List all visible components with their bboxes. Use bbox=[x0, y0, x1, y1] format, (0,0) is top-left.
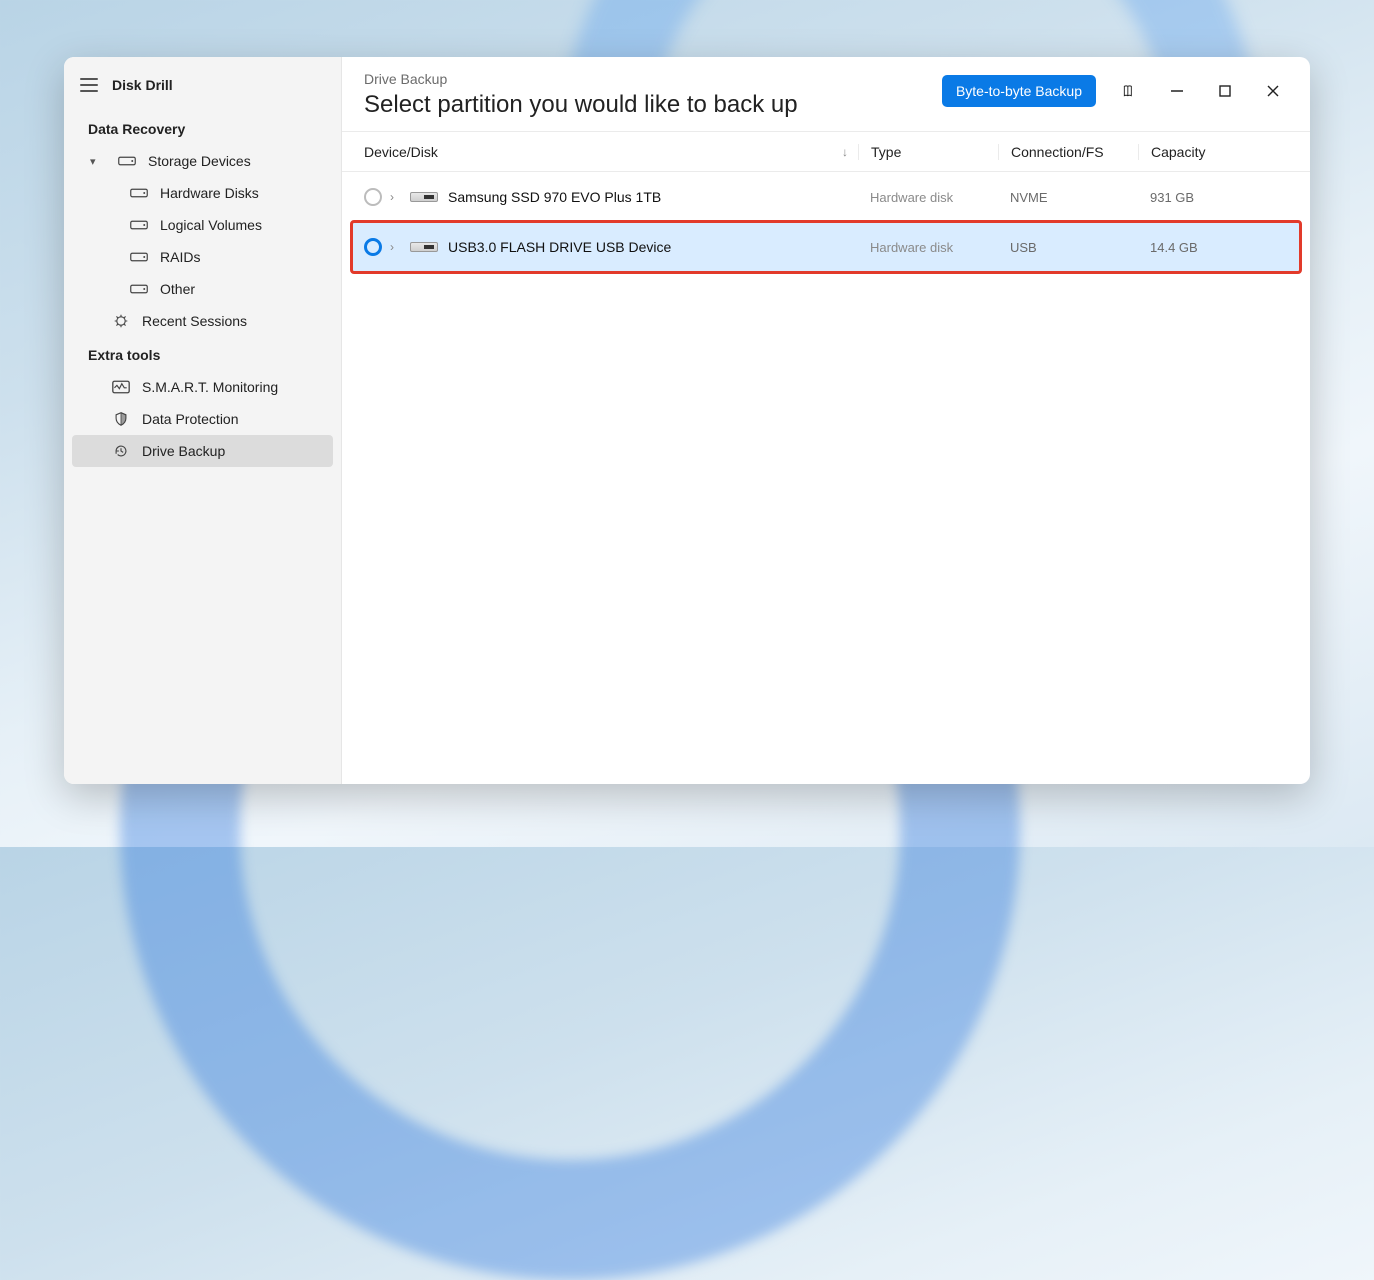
sidebar-item-drive-backup[interactable]: Drive Backup bbox=[72, 435, 333, 467]
header: Drive Backup Select partition you would … bbox=[342, 57, 1310, 132]
chevron-right-icon[interactable]: › bbox=[390, 190, 402, 204]
sidebar-item-label: RAIDs bbox=[160, 249, 200, 265]
sidebar-item-logical-volumes[interactable]: Logical Volumes bbox=[72, 209, 333, 241]
table-header: Device/Disk ↓ Type Connection/FS Capacit… bbox=[342, 132, 1310, 172]
column-device[interactable]: Device/Disk ↓ bbox=[364, 144, 858, 160]
app-window: Disk Drill Data Recovery ▾ Storage Devic… bbox=[64, 57, 1310, 784]
device-name: USB3.0 FLASH DRIVE USB Device bbox=[448, 239, 858, 255]
sidebar-item-hardware-disks[interactable]: Hardware Disks bbox=[72, 177, 333, 209]
device-name: Samsung SSD 970 EVO Plus 1TB bbox=[448, 189, 858, 205]
device-type: Hardware disk bbox=[858, 240, 998, 255]
main-panel: Drive Backup Select partition you would … bbox=[342, 57, 1310, 784]
header-left: Drive Backup Select partition you would … bbox=[364, 71, 942, 119]
gear-icon bbox=[112, 314, 130, 328]
radio-selected[interactable] bbox=[364, 238, 382, 256]
sidebar-item-label: Data Protection bbox=[142, 411, 239, 427]
drive-icon bbox=[118, 154, 136, 168]
sidebar-item-data-protection[interactable]: Data Protection bbox=[72, 403, 333, 435]
table-row[interactable]: › Samsung SSD 970 EVO Plus 1TB Hardware … bbox=[352, 172, 1300, 222]
drive-icon bbox=[410, 242, 438, 252]
sidebar-item-storage-devices[interactable]: ▾ Storage Devices bbox=[72, 145, 333, 177]
sidebar-item-label: S.M.A.R.T. Monitoring bbox=[142, 379, 278, 395]
radio-unselected[interactable] bbox=[364, 188, 382, 206]
device-type: Hardware disk bbox=[858, 190, 998, 205]
breadcrumb: Drive Backup bbox=[364, 71, 942, 87]
sidebar: Disk Drill Data Recovery ▾ Storage Devic… bbox=[64, 57, 342, 784]
book-icon[interactable] bbox=[1114, 76, 1144, 106]
hamburger-icon[interactable] bbox=[80, 78, 98, 92]
app-title-row: Disk Drill bbox=[64, 77, 341, 111]
column-type[interactable]: Type bbox=[858, 144, 998, 160]
sidebar-item-other[interactable]: Other bbox=[72, 273, 333, 305]
sidebar-item-raids[interactable]: RAIDs bbox=[72, 241, 333, 273]
sidebar-item-label: Hardware Disks bbox=[160, 185, 259, 201]
column-label: Device/Disk bbox=[364, 144, 438, 160]
header-actions: Byte-to-byte Backup bbox=[942, 71, 1288, 107]
sort-descending-icon: ↓ bbox=[842, 145, 848, 159]
device-connection: NVME bbox=[998, 190, 1138, 205]
drive-icon bbox=[130, 282, 148, 296]
maximize-button[interactable] bbox=[1210, 76, 1240, 106]
sidebar-item-label: Logical Volumes bbox=[160, 217, 262, 233]
page-title: Select partition you would like to back … bbox=[364, 91, 942, 119]
minimize-button[interactable] bbox=[1162, 76, 1192, 106]
chevron-down-icon: ▾ bbox=[90, 155, 100, 168]
monitor-icon bbox=[112, 380, 130, 394]
history-icon bbox=[112, 444, 130, 458]
column-connection[interactable]: Connection/FS bbox=[998, 144, 1138, 160]
column-capacity[interactable]: Capacity bbox=[1138, 144, 1288, 160]
sidebar-section-data-recovery: Data Recovery bbox=[64, 111, 341, 145]
device-capacity: 14.4 GB bbox=[1138, 240, 1288, 255]
drive-icon bbox=[130, 186, 148, 200]
drive-icon bbox=[410, 192, 438, 202]
sidebar-item-label: Other bbox=[160, 281, 195, 297]
sidebar-item-smart[interactable]: S.M.A.R.T. Monitoring bbox=[72, 371, 333, 403]
drive-icon bbox=[130, 250, 148, 264]
sidebar-item-label: Drive Backup bbox=[142, 443, 225, 459]
shield-icon bbox=[112, 412, 130, 426]
sidebar-item-recent-sessions[interactable]: Recent Sessions bbox=[72, 305, 333, 337]
chevron-right-icon[interactable]: › bbox=[390, 240, 402, 254]
sidebar-section-extra-tools: Extra tools bbox=[64, 337, 341, 371]
drive-icon bbox=[130, 218, 148, 232]
app-title: Disk Drill bbox=[112, 77, 173, 93]
byte-to-byte-backup-button[interactable]: Byte-to-byte Backup bbox=[942, 75, 1096, 107]
sidebar-item-label: Storage Devices bbox=[148, 153, 251, 169]
table-body: › Samsung SSD 970 EVO Plus 1TB Hardware … bbox=[342, 172, 1310, 272]
table-row[interactable]: › USB3.0 FLASH DRIVE USB Device Hardware… bbox=[352, 222, 1300, 272]
sidebar-item-label: Recent Sessions bbox=[142, 313, 247, 329]
close-button[interactable] bbox=[1258, 76, 1288, 106]
device-connection: USB bbox=[998, 240, 1138, 255]
device-capacity: 931 GB bbox=[1138, 190, 1288, 205]
